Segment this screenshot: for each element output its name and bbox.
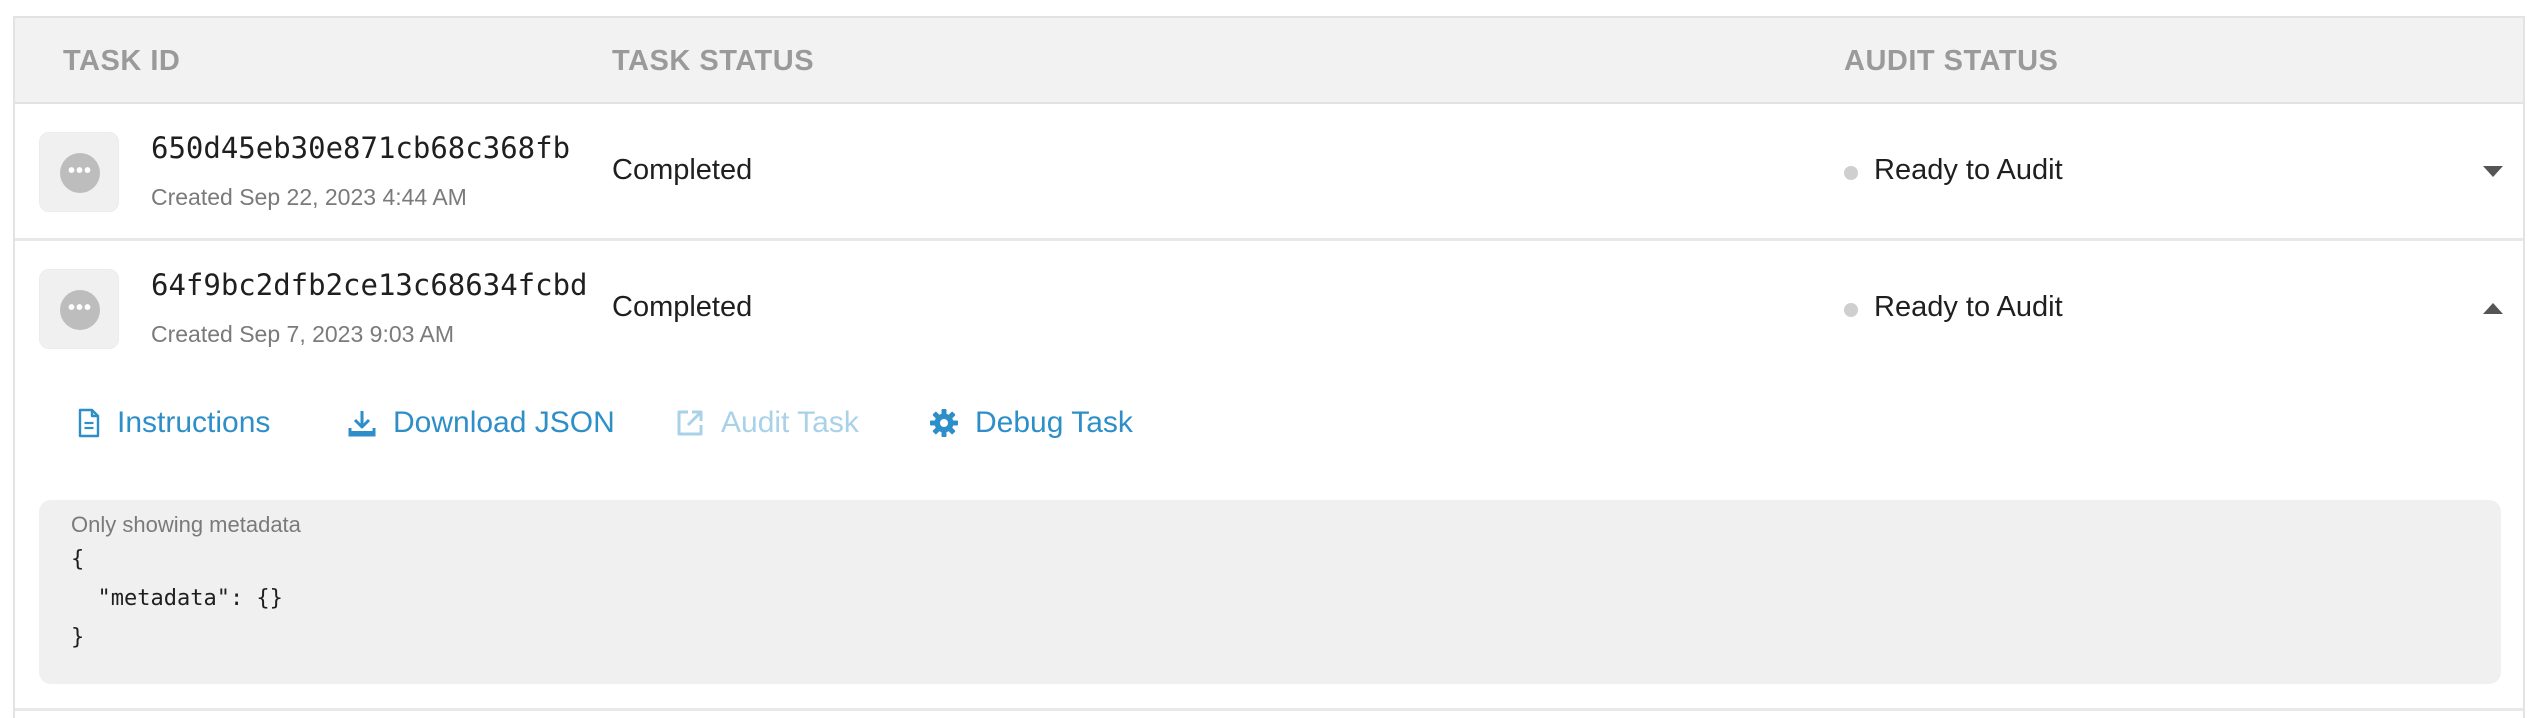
- gear-icon: [930, 409, 958, 437]
- more-horizontal-icon: •••: [60, 153, 100, 193]
- avatar: •••: [39, 269, 119, 349]
- instructions-link[interactable]: Instructions: [77, 398, 270, 448]
- row-divider: [15, 708, 2523, 711]
- avatar: •••: [39, 132, 119, 212]
- metadata-json: { "metadata": {} }: [71, 547, 283, 650]
- more-horizontal-icon: •••: [60, 290, 100, 330]
- metadata-note: Only showing metadata: [71, 512, 301, 537]
- document-icon: [78, 408, 100, 438]
- column-header-task-id: TASK ID: [63, 45, 181, 77]
- debug-task-label: Debug Task: [975, 406, 1133, 439]
- table-header: TASK ID TASK STATUS AUDIT STATUS: [15, 18, 2523, 104]
- audit-task-link[interactable]: Audit Task: [675, 398, 859, 448]
- download-json-label: Download JSON: [393, 406, 615, 439]
- tasks-table: TASK ID TASK STATUS AUDIT STATUS ••• 650…: [13, 16, 2525, 718]
- column-header-audit-status: AUDIT STATUS: [1844, 45, 2059, 77]
- column-header-task-status: TASK STATUS: [612, 45, 815, 77]
- audit-status: Ready to Audit: [1874, 154, 2063, 186]
- caret-up-icon[interactable]: [2483, 303, 2503, 314]
- created-date: Created Sep 22, 2023 4:44 AM: [151, 184, 467, 210]
- audit-status: Ready to Audit: [1874, 291, 2063, 323]
- audit-task-label: Audit Task: [721, 406, 859, 439]
- table-row-expanded[interactable]: ••• 64f9bc2dfb2ce13c68634fcbd Created Se…: [15, 241, 2523, 378]
- created-date: Created Sep 7, 2023 9:03 AM: [151, 321, 455, 347]
- download-json-link[interactable]: Download JSON: [347, 398, 615, 448]
- task-id: 650d45eb30e871cb68c368fb: [151, 131, 571, 165]
- task-status: Completed: [612, 154, 753, 186]
- external-link-icon: [677, 410, 703, 436]
- instructions-label: Instructions: [117, 406, 271, 439]
- debug-task-link[interactable]: Debug Task: [929, 398, 1133, 448]
- task-id: 64f9bc2dfb2ce13c68634fcbd: [151, 268, 588, 302]
- status-dot-icon: [1844, 166, 1858, 180]
- task-actions: Instructions Download JSON Audit Task De…: [15, 398, 2523, 448]
- table-row[interactable]: ••• 650d45eb30e871cb68c368fb Created Sep…: [15, 104, 2523, 241]
- metadata-panel: Only showing metadata { "metadata": {} }: [39, 500, 2501, 684]
- download-icon: [348, 411, 376, 437]
- caret-down-icon[interactable]: [2483, 166, 2503, 177]
- status-dot-icon: [1844, 303, 1858, 317]
- task-status: Completed: [612, 291, 753, 323]
